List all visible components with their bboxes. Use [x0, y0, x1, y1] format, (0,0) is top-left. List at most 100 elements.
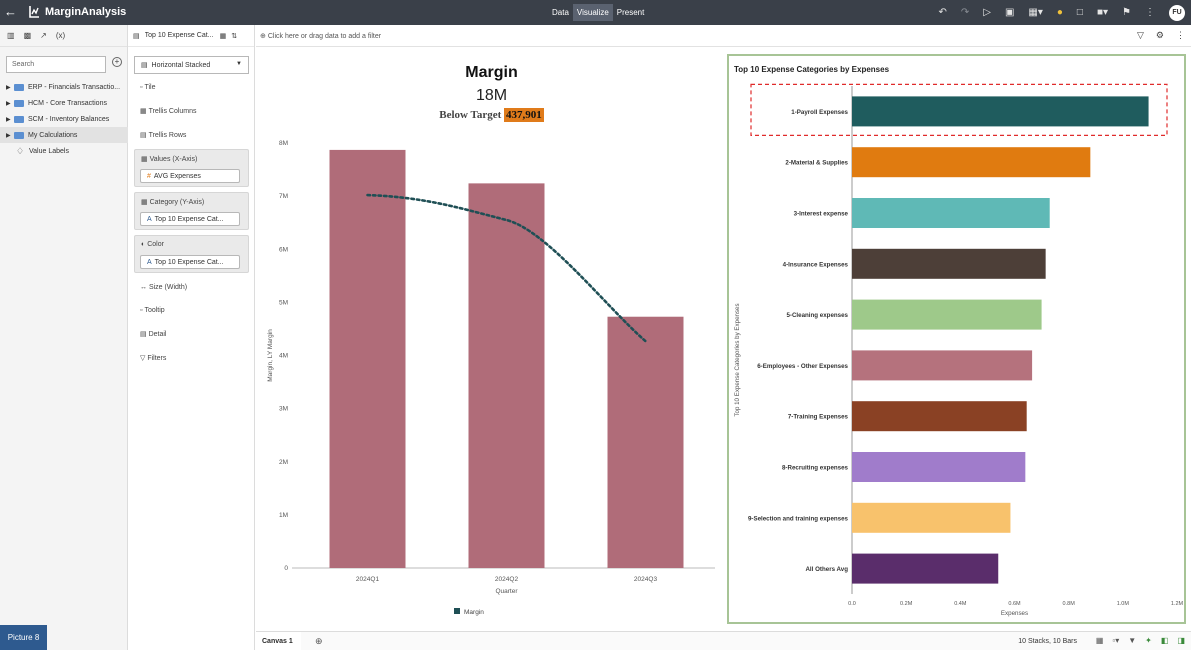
analytics-tab-icon[interactable]: ↗ [40, 31, 47, 40]
add-filter-icon: ⊕ [260, 33, 266, 40]
mode-visualize[interactable]: Visualize [572, 4, 613, 21]
save-icon[interactable]: ■▾ [1097, 7, 1108, 18]
panel-left-icon[interactable]: ◧ [1161, 636, 1169, 645]
tree-item-value-labels[interactable]: ♢ Value Labels [0, 143, 128, 159]
tree-item-my-calculations[interactable]: ▶ My Calculations [0, 127, 128, 143]
properties-icon[interactable]: ▦ [220, 32, 227, 40]
category-label: ▦ Category (Y-Axis) [141, 198, 204, 206]
user-avatar[interactable]: FU [1169, 4, 1185, 21]
tree-item-label: Value Labels [29, 147, 69, 155]
redo-icon[interactable]: ↷ [961, 7, 969, 18]
bar [852, 401, 1027, 432]
tree-item-scm[interactable]: ▶ SCM - Inventory Balances [0, 111, 128, 127]
add-canvas-icon[interactable]: ⊕ [315, 636, 323, 647]
grammar-filters-label: Filters [147, 355, 167, 362]
more-icon[interactable]: ⋮ [1145, 7, 1155, 18]
filter-bar-actions: ▽ ⚙ ⋮ [1137, 30, 1185, 41]
layout-icon[interactable]: ▫▾ [1112, 636, 1119, 645]
color-drop-zone[interactable]: ◐ Color A Top 10 Expense Cat... [134, 235, 249, 273]
settings-sliders-icon[interactable]: ⇅ [231, 32, 237, 40]
grammar-size-label: Size (Width) [148, 284, 188, 291]
grammar-tooltip[interactable]: ▫ Tooltip [140, 307, 165, 314]
expense-bar-chart[interactable]: Top 10 Expense Categories by Expenses 1-P… [729, 56, 1184, 622]
category-drop-zone[interactable]: ▦ Category (Y-Axis) A Top 10 Expense Cat.… [134, 192, 249, 230]
grammar-trellis-rows[interactable]: ▤ Trellis Rows [140, 131, 186, 139]
detail-icon: ▤ [140, 331, 149, 338]
expense-categories-visualization[interactable]: Top 10 Expense Categories by Expenses 1-P… [727, 54, 1186, 624]
tree-item-hcm[interactable]: ▶ HCM - Core Transactions [0, 95, 128, 111]
undo-icon[interactable]: ↶ [938, 7, 946, 18]
bookmark-icon[interactable]: ⚑ [1122, 7, 1131, 18]
expand-caret-icon[interactable]: ▶ [6, 132, 14, 139]
size-icon: ↔ [140, 284, 149, 291]
color-label: ◐ Color [141, 241, 164, 248]
values-axis-icon: ▦ [141, 156, 150, 163]
category-pill[interactable]: A Top 10 Expense Cat... [140, 212, 240, 226]
add-data-icon[interactable]: + [112, 57, 122, 67]
search-input[interactable]: Search [6, 56, 106, 73]
viz-type-select[interactable]: ▤ Horizontal Stacked ▼ [134, 56, 249, 74]
visualizations-tab-icon[interactable]: ▩ [24, 31, 32, 40]
category-label: 4-Insurance Expenses [783, 261, 849, 268]
bar [852, 553, 999, 584]
refresh-data-icon[interactable]: ▣ [1005, 7, 1014, 18]
margin-bar-chart[interactable]: 0 1M 2M 3M 4M 5M 6M 7M 8M 2024Q1 2024Q2 2024Q3 Quart… [260, 124, 723, 624]
play-icon[interactable]: ▷ [983, 7, 991, 18]
y-tick-label: 8M [279, 140, 288, 147]
insight-bulb-icon[interactable]: ● [1057, 7, 1063, 18]
canvas-tab[interactable]: Canvas 1 [256, 632, 301, 651]
attribute-a-icon: A [147, 259, 152, 266]
more-options-icon[interactable]: ⋮ [1176, 30, 1185, 41]
grammar-filters[interactable]: ▽ Filters [140, 354, 166, 362]
expand-caret-icon[interactable]: ▶ [6, 84, 14, 91]
picture-tab[interactable]: Picture 8 [0, 625, 47, 650]
tree-item-erp[interactable]: ▶ ERP - Financials Transactio... [0, 79, 128, 95]
back-icon[interactable]: ← [4, 4, 17, 19]
grammar-tile[interactable]: ▫ Tile [140, 84, 155, 91]
panel-right-icon[interactable]: ◨ [1177, 636, 1185, 645]
y-tick-label: 4M [279, 353, 288, 360]
x-tick-label: 0.4M [954, 601, 967, 607]
sparkle-icon[interactable]: ✦ [1145, 636, 1152, 645]
grammar-trellis-columns[interactable]: ▦ Trellis Columns [140, 107, 197, 115]
expand-caret-icon[interactable]: ▶ [6, 116, 14, 123]
margin-visualization[interactable]: Margin 18M Below Target 437,901 0 1M 2M 3M 4… [260, 52, 723, 624]
tree-item-label: HCM - Core Transactions [28, 99, 107, 107]
auto-apply-filter-icon[interactable]: ▽ [1137, 30, 1144, 41]
category-label: 3-Interest expense [794, 211, 849, 218]
tree-item-label: SCM - Inventory Balances [28, 115, 110, 123]
mode-data[interactable]: Data [548, 4, 573, 21]
data-table-icon[interactable]: ▦ [1096, 636, 1104, 645]
filter-shield-icon[interactable]: ▼ [1128, 636, 1136, 645]
grammar-size[interactable]: ↔ Size (Width) [140, 284, 187, 291]
values-pill-text: AVG Expenses [153, 173, 201, 180]
x-tick-label: 0.8M [1063, 601, 1076, 607]
add-menu-icon[interactable]: ▦▾ [1028, 7, 1042, 18]
y-axis-title: Top 10 Expense Categories by Expenses [734, 303, 741, 416]
viz-title[interactable]: Top 10 Expense Cat... [145, 32, 215, 39]
chevron-down-icon: ▼ [236, 61, 242, 67]
values-pill[interactable]: # AVG Expenses [140, 169, 240, 183]
bar [329, 149, 406, 568]
variables-tab-icon[interactable]: (x) [56, 31, 65, 40]
bar [607, 316, 684, 568]
expand-caret-icon[interactable]: ▶ [6, 100, 14, 107]
grammar-tile-label: Tile [144, 84, 156, 91]
export-icon[interactable]: □ [1077, 7, 1083, 18]
filter-bar[interactable]: ⊕ Click here or drag data to add a filte… [256, 25, 1191, 47]
color-pill[interactable]: A Top 10 Expense Cat... [140, 255, 240, 269]
y-tick-label: 6M [279, 246, 288, 253]
horizontal-stacked-icon: ▤ [141, 62, 150, 69]
legend-swatch [454, 608, 460, 614]
data-tab-icon[interactable]: ▥ [7, 31, 15, 40]
folder-icon [14, 99, 24, 107]
values-label: ▦ Values (X-Axis) [141, 155, 197, 163]
top-bar: ← MarginAnalysis Data Visualize Present … [0, 0, 1191, 25]
bottom-right-icons: ▦ ▫▾ ▼ ✦ ◧ ◨ [1096, 636, 1185, 645]
values-drop-zone[interactable]: ▦ Values (X-Axis) # AVG Expenses [134, 149, 249, 187]
viz-type-value: Horizontal Stacked [151, 62, 211, 69]
canvas-settings-icon[interactable]: ⚙ [1156, 30, 1164, 41]
mode-present[interactable]: Present [613, 4, 649, 21]
x-tick-label: 1.0M [1117, 601, 1130, 607]
grammar-detail[interactable]: ▤ Detail [140, 330, 166, 338]
